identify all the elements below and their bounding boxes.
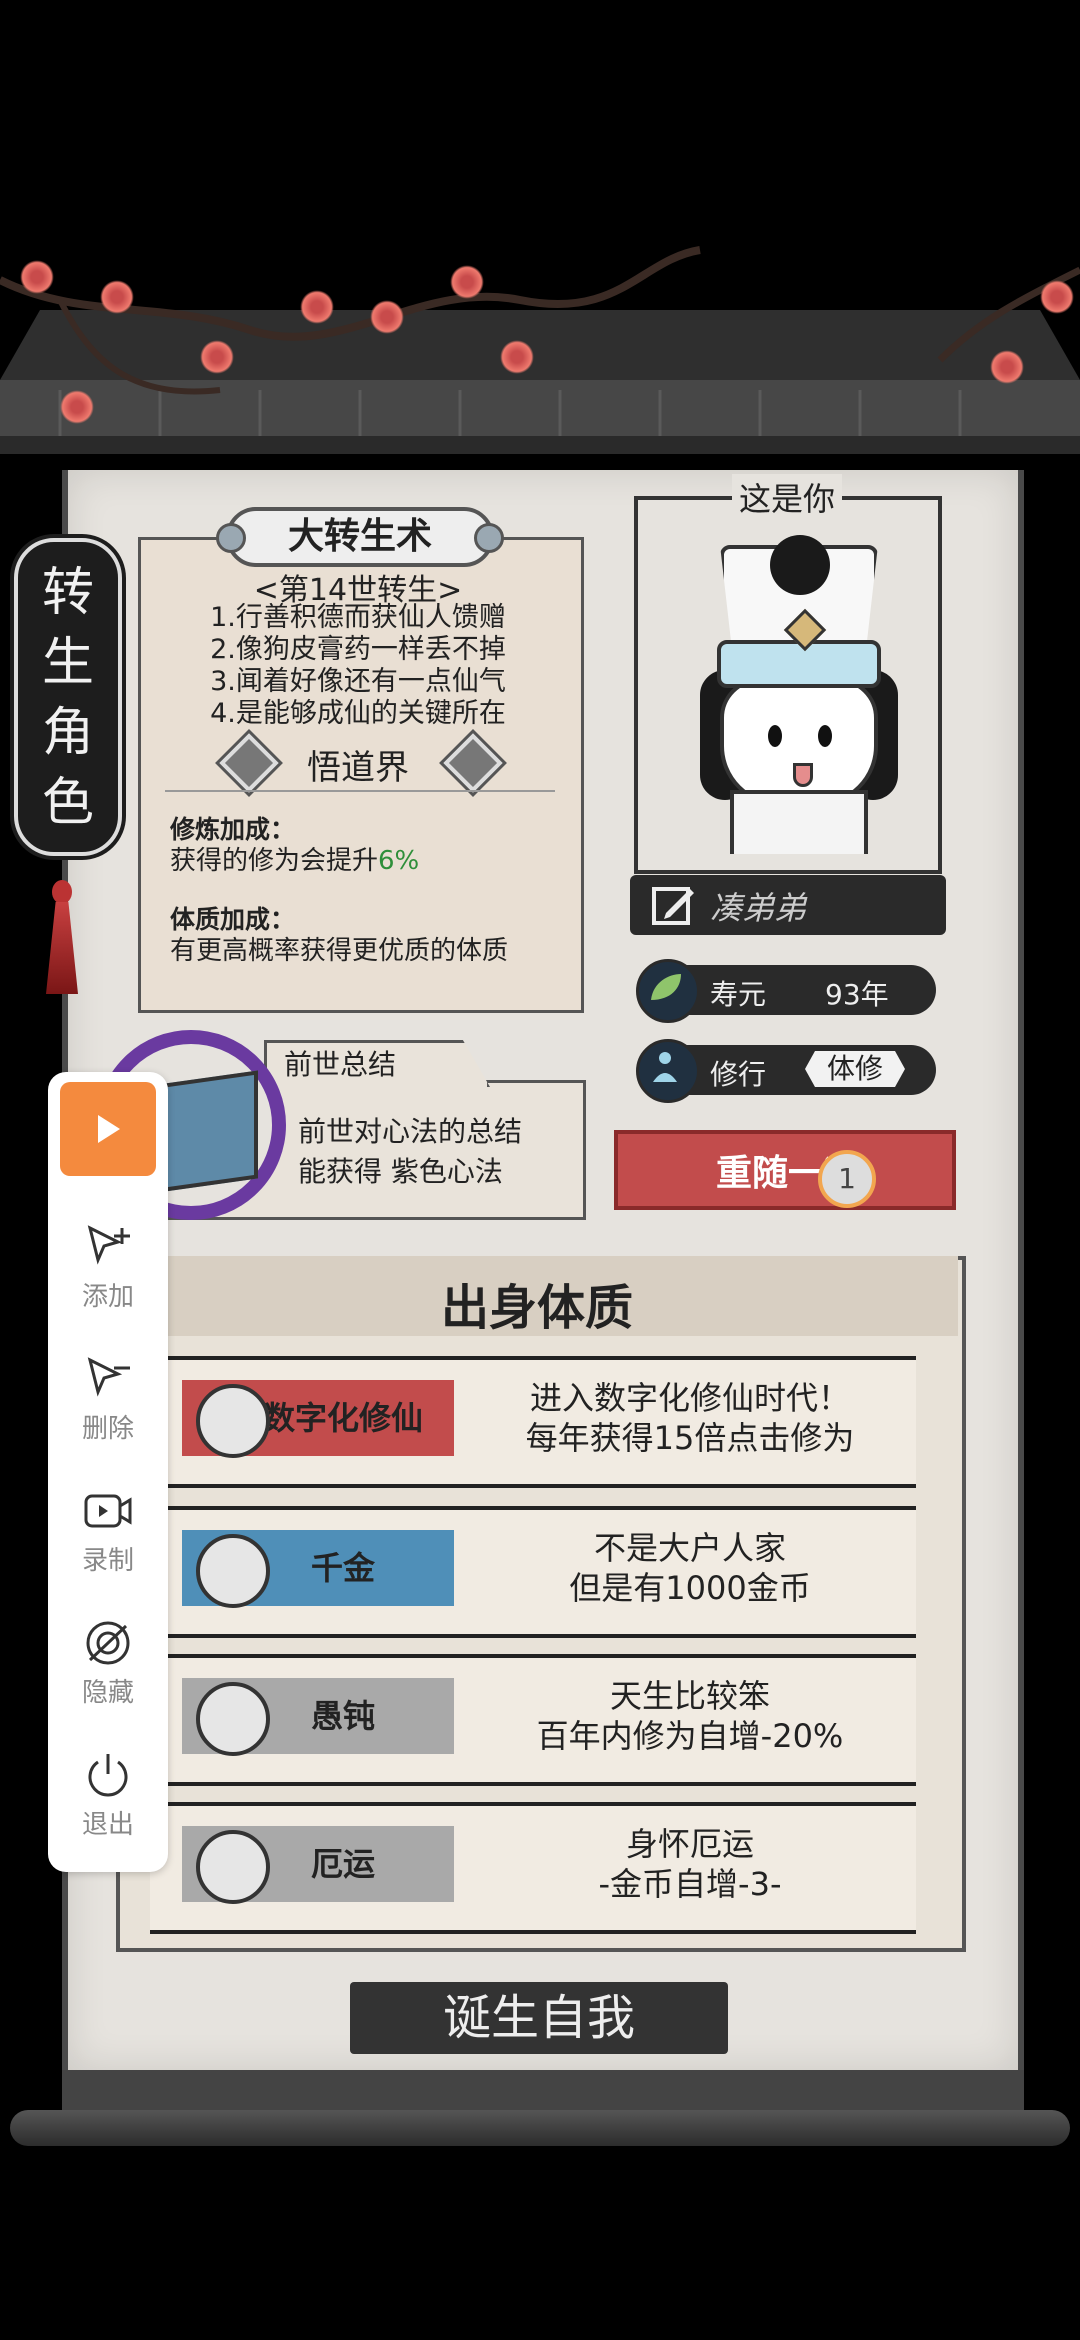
cultivation-bonus-text: 获得的修为会提升6% [170, 846, 420, 876]
scroll-rod [10, 2110, 1070, 2146]
realm-label: 悟道界 [307, 748, 409, 788]
add-cursor-icon[interactable] [80, 1222, 136, 1272]
blossom-icon [300, 290, 334, 324]
leaf-icon [636, 959, 700, 1023]
page-title-tag: 转 生 角 色 [14, 538, 122, 856]
lifespan-label: 寿元 [710, 978, 767, 1011]
toolbar-label-record[interactable]: 录制 [48, 1540, 168, 1577]
avatar-face [720, 678, 878, 806]
page-title-char: 色 [41, 773, 94, 833]
reroll-count-badge: 1 [818, 1150, 876, 1208]
past-life-line: 前世对心法的总结 [298, 1115, 523, 1148]
scroll-icon [196, 1830, 270, 1904]
edit-icon[interactable] [650, 881, 698, 929]
meditation-icon [636, 1039, 700, 1103]
toolbar-label-hide[interactable]: 隐藏 [48, 1672, 168, 1709]
rebirth-card-title: 大转生术 [216, 507, 504, 567]
avatar-eye [818, 725, 832, 747]
rebirth-card-line: 3.闻着好像还有一点仙气 [210, 666, 506, 697]
avatar-robe [730, 790, 868, 854]
birth-button[interactable]: 诞生自我 [350, 1982, 728, 2054]
tassel-knot [52, 880, 72, 904]
blossom-icon [100, 280, 134, 314]
cultivation-label: 修行 [710, 1058, 767, 1091]
avatar-hat-band [717, 640, 881, 688]
portrait-label: 这是你 [732, 474, 842, 520]
remove-cursor-icon[interactable] [80, 1354, 136, 1404]
lifespan-stat: 寿元 93年 [636, 959, 936, 1023]
page-title-char: 转 [41, 563, 94, 623]
blossom-icon [450, 265, 484, 299]
blossom-icon [370, 300, 404, 334]
hide-icon[interactable] [80, 1618, 136, 1668]
page-title-char: 角 [41, 703, 94, 763]
trait-desc: 天生比较笨 百年内修为自增-20% [536, 1677, 844, 1755]
cultivation-bonus-value: 6% [378, 846, 420, 876]
lifespan-value: 93年 [825, 978, 889, 1011]
trait-desc: 身怀厄运 -金币自增-3- [598, 1825, 782, 1903]
divider [165, 790, 555, 792]
rebirth-card-line: 4.是能够成仙的关键所在 [210, 698, 506, 729]
past-life-line: 能获得 紫色心法 [298, 1155, 503, 1188]
blossom-icon [20, 260, 54, 294]
money-bag-icon [196, 1534, 270, 1608]
character-name: 凑弟弟 [710, 889, 807, 927]
blossom-icon [990, 350, 1024, 384]
avatar-bun [770, 535, 830, 595]
toolbar-label-delete[interactable]: 删除 [48, 1408, 168, 1445]
blossom-icon [500, 340, 534, 374]
fist-icon [196, 1384, 270, 1458]
record-icon[interactable] [80, 1486, 136, 1536]
blossom-icon [1040, 280, 1074, 314]
power-icon[interactable] [80, 1750, 136, 1800]
blossom-icon [60, 390, 94, 424]
avatar-mouth [793, 763, 813, 787]
rebirth-card-line: 1.行善积德而获仙人馈赠 [210, 602, 506, 633]
play-button[interactable] [60, 1082, 156, 1176]
cultivation-stat: 修行 体修 [636, 1039, 936, 1103]
scroll-icon [196, 1682, 270, 1756]
blossom-icon [200, 340, 234, 374]
roof-decoration [0, 246, 1080, 454]
scroll-bottom [62, 2070, 1024, 2114]
avatar-eye [768, 725, 782, 747]
trait-desc: 不是大户人家 但是有1000金币 [569, 1529, 811, 1607]
past-life-title: 前世总结 [284, 1048, 397, 1081]
cultivation-type-badge: 体修 [805, 1051, 905, 1087]
character-name-field[interactable]: 凑弟弟 [630, 875, 946, 935]
reroll-button[interactable]: 重随一次 [614, 1130, 956, 1210]
trait-desc: 进入数字化修仙时代！ 每年获得15倍点击修为 [525, 1379, 855, 1457]
constitution-bonus-text: 有更高概率获得更优质的体质 [170, 936, 509, 966]
page-title-char: 生 [41, 633, 94, 693]
toolbar-label-exit[interactable]: 退出 [48, 1804, 168, 1841]
toolbar-label-add[interactable]: 添加 [48, 1276, 168, 1313]
origin-title: 出身体质 [440, 1280, 633, 1336]
rebirth-card-line: 2.像狗皮膏药一样丢不掉 [210, 634, 506, 665]
